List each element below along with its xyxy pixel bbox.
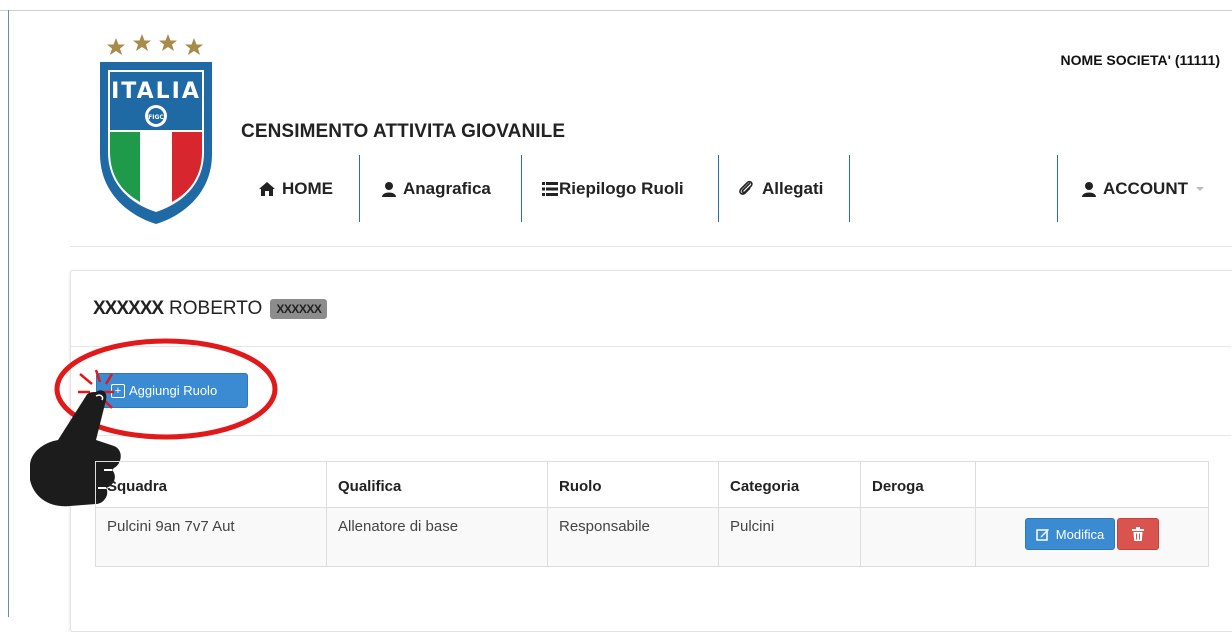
svg-text:FIGC: FIGC: [148, 114, 164, 121]
nav-allegati[interactable]: Allegati: [738, 155, 823, 222]
nav-divider: [849, 155, 850, 222]
column-header-qualifica: Qualifica: [326, 461, 548, 508]
pencil-square-icon: [1036, 527, 1050, 541]
cell-deroga: [860, 507, 976, 567]
nav-divider: [359, 155, 360, 222]
trash-icon: [1132, 527, 1145, 541]
person-surname: XXXXXX: [93, 298, 164, 319]
chevron-down-icon: [1196, 186, 1204, 191]
cell-categoria: Pulcini: [718, 507, 861, 567]
cell-actions: Modifica: [975, 507, 1209, 567]
roles-table: Squadra Qualifica Ruolo Categoria Deroga…: [95, 461, 1209, 567]
delete-button[interactable]: [1117, 518, 1160, 550]
column-header-categoria: Categoria: [718, 461, 861, 508]
paperclip-icon: [738, 180, 756, 198]
nav-divider: [1057, 155, 1058, 222]
person-code-badge: XXXXXX: [270, 299, 328, 319]
main-navigation: HOME Anagrafica Riepilogo Ruoli Allegati…: [0, 155, 1232, 222]
svg-text:ITALIA: ITALIA: [111, 79, 201, 104]
column-header-deroga: Deroga: [860, 461, 976, 508]
nav-account-dropdown[interactable]: ACCOUNT: [1081, 155, 1204, 222]
nav-home-label: HOME: [282, 178, 333, 198]
column-header-actions: [975, 461, 1209, 508]
nav-allegati-label: Allegati: [762, 178, 824, 198]
header-divider: [70, 246, 1232, 247]
cell-squadra: Pulcini 9an 7v7 Aut: [95, 507, 327, 567]
nav-anagrafica-label: Anagrafica: [403, 178, 491, 198]
nav-divider: [718, 155, 719, 222]
nav-home[interactable]: HOME: [258, 155, 333, 222]
user-icon: [381, 181, 397, 197]
cell-qualifica: Allenatore di base: [326, 507, 548, 567]
column-header-squadra: Squadra: [95, 461, 327, 508]
person-heading: XXXXXX ROBERTO XXXXXX: [93, 298, 328, 320]
person-given-name: ROBERTO: [169, 298, 263, 319]
nav-anagrafica[interactable]: Anagrafica: [381, 155, 491, 222]
nav-riepilogo-ruoli[interactable]: Riepilogo Ruoli: [542, 155, 684, 222]
edit-button-label: Modifica: [1055, 526, 1105, 542]
nav-riepilogo-label: Riepilogo Ruoli: [559, 178, 684, 198]
window-top-border: [0, 10, 1232, 11]
edit-button[interactable]: Modifica: [1024, 518, 1116, 550]
table-header-row: Squadra Qualifica Ruolo Categoria Deroga: [95, 461, 1209, 508]
table-row: Pulcini 9an 7v7 Aut Allenatore di base R…: [95, 507, 1209, 567]
organization-name: NOME SOCIETA' (11111): [1060, 52, 1220, 68]
list-icon: [542, 181, 558, 196]
column-header-ruolo: Ruolo: [547, 461, 719, 508]
nav-divider: [521, 155, 522, 222]
app-title: CENSIMENTO ATTIVITA GIOVANILE: [241, 121, 566, 142]
user-icon: [1081, 181, 1097, 197]
nav-account-label: ACCOUNT: [1103, 178, 1188, 198]
home-icon: [258, 181, 276, 197]
cell-ruolo: Responsabile: [547, 507, 719, 567]
